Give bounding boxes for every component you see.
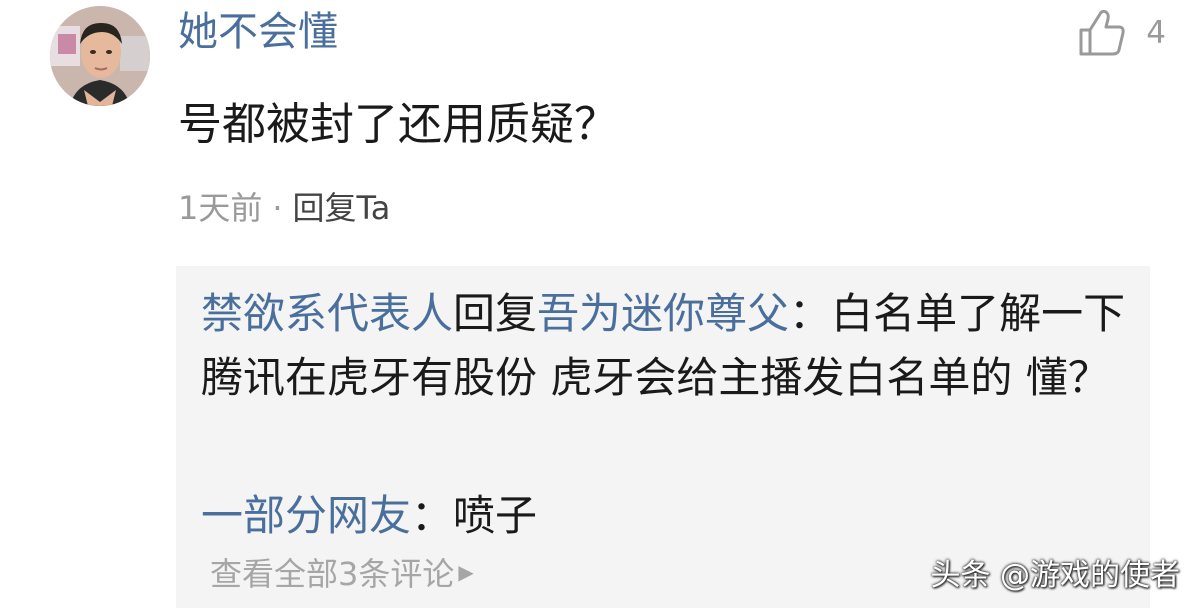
view-all-comments-link[interactable]: 查看全部3条评论 ▶: [210, 548, 474, 602]
reply-button[interactable]: 回复Ta: [293, 189, 391, 227]
meta-separator: ·: [272, 189, 283, 227]
thumbs-up-icon[interactable]: [1078, 8, 1126, 58]
reply-item[interactable]: 禁欲系代表人回复吾为迷你尊父：白名单了解一下 腾讯在虎牙有股份 虎牙会给主播发白…: [201, 282, 1131, 410]
reply-target[interactable]: 吾为迷你尊父: [537, 289, 789, 338]
reply-item[interactable]: 一部分网友：喷子: [201, 484, 1131, 548]
comment-text: 号都被封了还用质疑？: [178, 99, 618, 150]
like-group[interactable]: 4: [1078, 5, 1166, 61]
reply-author[interactable]: 禁欲系代表人: [201, 289, 453, 338]
avatar[interactable]: [50, 6, 150, 106]
reply-author[interactable]: 一部分网友: [201, 491, 411, 540]
comment-time: 1天前: [178, 189, 263, 227]
reply-colon: ：: [789, 289, 832, 338]
reply-word: 回复: [453, 289, 538, 338]
comment-meta: 1天前 · 回复Ta: [178, 184, 390, 232]
view-all-label: 查看全部3条评论: [210, 555, 455, 593]
comment-username[interactable]: 她不会懂: [178, 6, 338, 58]
reply-text: 喷子: [453, 491, 538, 540]
like-count: 4: [1146, 15, 1166, 51]
reply-colon: ：: [411, 491, 454, 540]
avatar-image: [50, 6, 150, 106]
triangle-right-icon: ▶: [458, 560, 474, 584]
watermark: 头条 @游戏的使者: [930, 558, 1180, 593]
